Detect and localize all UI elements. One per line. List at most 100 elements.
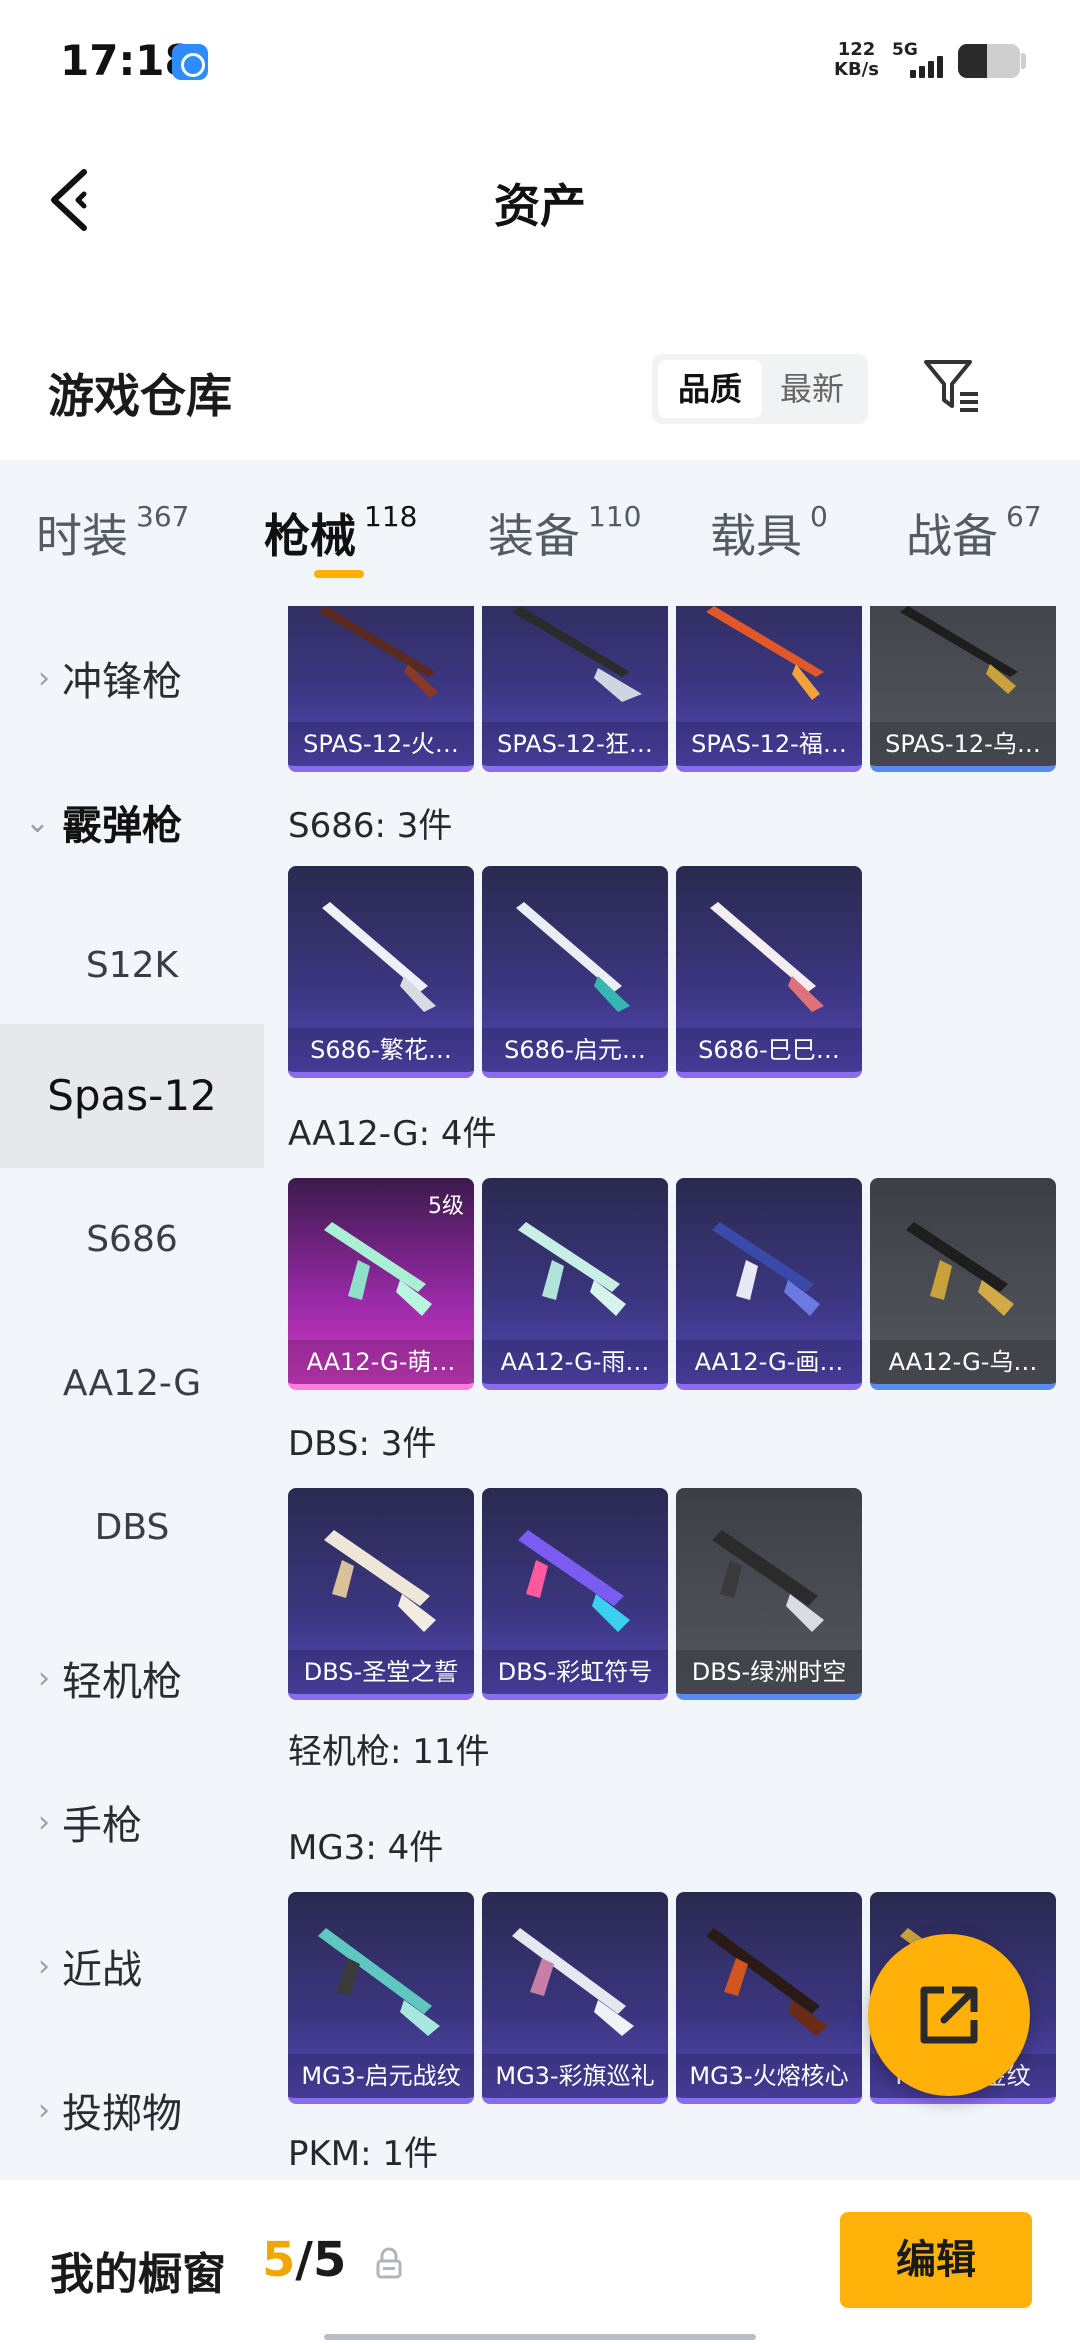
sidebar-item-melee[interactable]: › 近战 — [0, 1894, 264, 2038]
weapon-card[interactable]: AA12-G-画… — [676, 1178, 862, 1390]
machine-gun-skin-icon — [512, 1928, 634, 2036]
tab-fashion[interactable]: 时装 367 — [36, 500, 189, 566]
weapon-card-label: SPAS-12-乌… — [870, 722, 1056, 766]
tab-count: 118 — [364, 499, 418, 533]
tab-equipment[interactable]: 装备 110 — [488, 500, 641, 566]
sort-newest-button[interactable]: 最新 — [760, 360, 864, 418]
sidebar-sub-aa12g[interactable]: AA12-G — [0, 1312, 264, 1456]
sort-quality-button[interactable]: 品质 — [658, 360, 762, 418]
sidebar-sub-spas12[interactable]: Spas-12 — [0, 1024, 264, 1168]
shotgun-skin-icon — [324, 1530, 436, 1632]
weapon-card[interactable]: DBS-彩虹符号 — [482, 1488, 668, 1700]
tab-label: 时装 — [36, 509, 128, 563]
sidebar-item-label: 霰弹枪 — [62, 803, 182, 849]
weapon-card-label: SPAS-12-狂… — [482, 722, 668, 766]
weapon-card-label: MG3-彩旗巡礼 — [482, 2054, 668, 2098]
weapon-card-label: MG3-启元战纹 — [288, 2054, 474, 2098]
group-title-aa12g: AA12-G: 4件 — [288, 1114, 497, 1154]
tab-label: 载具 — [710, 509, 802, 563]
weapon-card-label: DBS-绿洲时空 — [676, 1650, 862, 1694]
external-link-icon — [920, 1986, 978, 2044]
share-fab-button[interactable] — [868, 1934, 1030, 2096]
home-indicator[interactable] — [324, 2334, 756, 2340]
tab-vehicles[interactable]: 载具 0 — [710, 500, 828, 566]
weapon-card[interactable]: S686-繁花… — [288, 866, 474, 1078]
weapon-card[interactable]: 5级 AA12-G-萌… — [288, 1178, 474, 1390]
tab-label: 战备 — [906, 509, 998, 563]
tab-count: 67 — [1006, 499, 1042, 533]
filter-button[interactable] — [916, 350, 988, 422]
rifle-skin-icon — [324, 1222, 432, 1316]
network-speed: 122 KB/s — [834, 40, 879, 80]
weapon-card[interactable]: SPAS-12-狂… — [482, 606, 668, 772]
weapon-card-label: AA12-G-画… — [676, 1340, 862, 1384]
weapon-category-sidebar: › 冲锋枪 ⌄ 霰弹枪 S12K Spas-12 S686 AA12-G DBS… — [0, 606, 264, 2180]
sidebar-item-label: 手枪 — [62, 1803, 142, 1849]
sidebar-item-label: 近战 — [62, 1947, 142, 1993]
weapon-card-label: SPAS-12-火… — [288, 722, 474, 766]
status-bar: 17:18 122 KB/s 5G — [0, 0, 1080, 120]
top-bar: 资产 — [0, 130, 1080, 270]
weapon-card-label: AA12-G-萌… — [288, 1340, 474, 1384]
group-title-mg3: MG3: 4件 — [288, 1828, 444, 1868]
weapon-card[interactable]: MG3-火熔核心 — [676, 1892, 862, 2104]
weapon-card[interactable]: AA12-G-乌… — [870, 1178, 1056, 1390]
sidebar-sub-dbs[interactable]: DBS — [0, 1456, 264, 1600]
tab-guns[interactable]: 枪械 118 — [264, 500, 417, 566]
sidebar-item-throwable[interactable]: › 投掷物 — [0, 2038, 264, 2180]
showcase-current: 5 — [262, 2232, 296, 2288]
sidebar-item-label: 轻机枪 — [62, 1659, 182, 1705]
active-tab-indicator — [314, 570, 364, 578]
group-title-dbs: DBS: 3件 — [288, 1424, 437, 1464]
showcase-label: 我的橱窗 — [50, 2249, 226, 2300]
sidebar-item-shotgun[interactable]: ⌄ 霰弹枪 — [0, 750, 264, 894]
weapon-card[interactable]: MG3-彩旗巡礼 — [482, 1892, 668, 2104]
weapon-card-label: MG3-火熔核心 — [676, 2054, 862, 2098]
chevron-right-icon: › — [38, 1660, 50, 1696]
shotgun-skin-icon — [518, 1530, 630, 1632]
weapon-card-label: SPAS-12-福… — [676, 722, 862, 766]
tab-combat-gear[interactable]: 战备 67 — [906, 500, 1042, 566]
group-title-lmg: 轻机枪: 11件 — [288, 1732, 490, 1772]
showcase-count: 5/5 — [262, 2232, 346, 2288]
machine-gun-skin-icon — [706, 1928, 828, 2036]
weapon-card[interactable]: SPAS-12-火… — [288, 606, 474, 772]
weapon-card[interactable]: AA12-G-雨… — [482, 1178, 668, 1390]
chevron-right-icon: › — [38, 2092, 50, 2128]
page-title: 资产 — [494, 179, 586, 233]
machine-gun-skin-icon — [318, 1928, 440, 2036]
weapon-card[interactable]: DBS-圣堂之誓 — [288, 1488, 474, 1700]
lock-icon — [376, 2247, 402, 2279]
sidebar-item-lmg[interactable]: › 轻机枪 — [0, 1606, 264, 1750]
weapon-card[interactable]: SPAS-12-乌… — [870, 606, 1056, 772]
filter-icon — [924, 360, 978, 412]
weapon-card[interactable]: SPAS-12-福… — [676, 606, 862, 772]
weapon-card[interactable]: MG3-启元战纹 — [288, 1892, 474, 2104]
rifle-skin-icon — [712, 1222, 820, 1316]
weapon-card-label: S686-繁花… — [288, 1028, 474, 1072]
weapon-card[interactable]: S686-启元… — [482, 866, 668, 1078]
weapon-card[interactable]: S686-巳巳… — [676, 866, 862, 1078]
weapon-card-label: DBS-圣堂之誓 — [288, 1650, 474, 1694]
sidebar-item-pistol[interactable]: › 手枪 — [0, 1750, 264, 1894]
sidebar-sub-s686[interactable]: S686 — [0, 1168, 264, 1312]
showcase-bar: 我的橱窗 5/5 编辑 — [0, 2180, 1080, 2344]
weapon-card-label: S686-启元… — [482, 1028, 668, 1072]
net-speed-unit: KB/s — [834, 59, 879, 80]
showcase-total: 5 — [312, 2232, 347, 2288]
rifle-skin-icon — [518, 1222, 626, 1316]
edit-button[interactable]: 编辑 — [840, 2212, 1032, 2308]
battery-icon — [958, 44, 1020, 78]
tab-count: 110 — [588, 499, 642, 533]
tab-count: 367 — [136, 499, 190, 533]
sidebar-item-smg[interactable]: › 冲锋枪 — [0, 606, 264, 750]
sidebar-item-label: 投掷物 — [62, 2091, 182, 2137]
category-tabs: 时装 367 枪械 118 装备 110 载具 0 战备 67 — [0, 460, 1080, 606]
shotgun-skin-icon — [706, 606, 824, 700]
weapon-card-label: AA12-G-乌… — [870, 1340, 1056, 1384]
group-title-s686: S686: 3件 — [288, 806, 453, 846]
tab-count: 0 — [810, 499, 828, 533]
weapon-card-label: AA12-G-雨… — [482, 1340, 668, 1384]
weapon-card[interactable]: DBS-绿洲时空 — [676, 1488, 862, 1700]
sidebar-sub-s12k[interactable]: S12K — [0, 894, 264, 1038]
